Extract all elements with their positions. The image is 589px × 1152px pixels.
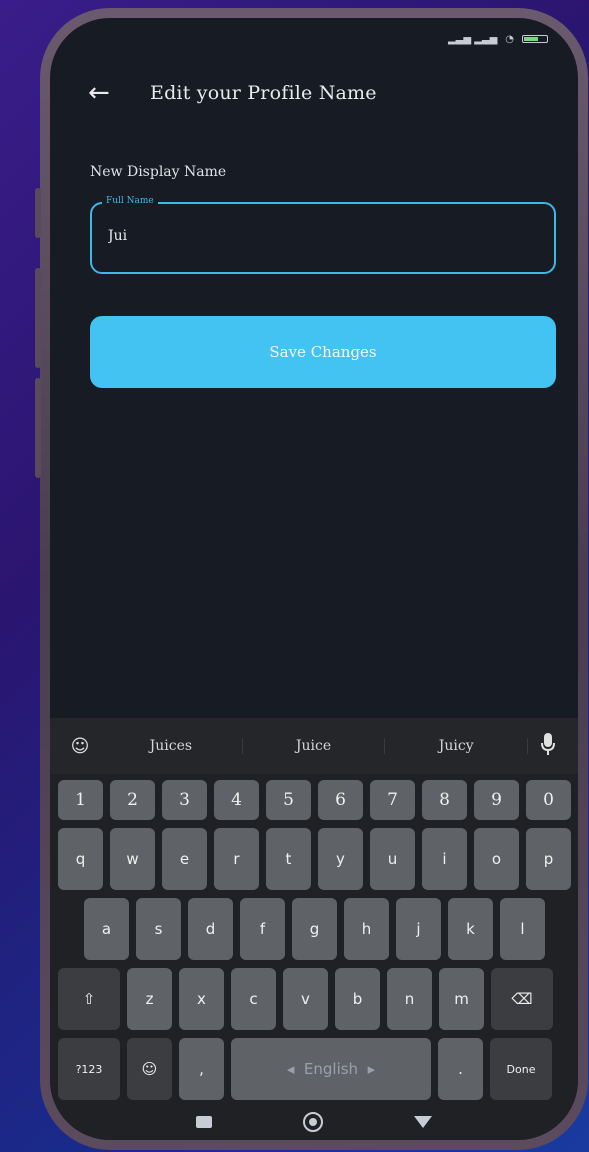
key-n[interactable]: n [387, 968, 432, 1030]
wifi-icon: ◔ [505, 33, 514, 45]
key-7[interactable]: 7 [370, 780, 415, 820]
right-arrow-icon: ▸ [358, 1060, 376, 1078]
backspace-key[interactable]: ⌫ [491, 968, 553, 1030]
key-9[interactable]: 9 [474, 780, 519, 820]
key-g[interactable]: g [292, 898, 337, 960]
suggestion-item[interactable]: Juicy [385, 738, 529, 754]
row3-letters: zxcvbnm [127, 968, 484, 1030]
key-m[interactable]: m [439, 968, 484, 1030]
key-d[interactable]: d [188, 898, 233, 960]
left-arrow-icon: ◂ [286, 1060, 304, 1078]
letter-row-2: asdfghjkl [84, 898, 545, 960]
emoji-settings-icon[interactable]: ☺ [60, 736, 100, 757]
key-q[interactable]: q [58, 828, 103, 890]
key-5[interactable]: 5 [266, 780, 311, 820]
volume-button [35, 188, 41, 238]
key-0[interactable]: 0 [526, 780, 571, 820]
suggestion-item[interactable]: Juices [100, 738, 243, 754]
key-r[interactable]: r [214, 828, 259, 890]
bottom-row: ?123 ☺ , ◂ English ▸ . Done [58, 1038, 552, 1100]
save-changes-button[interactable]: Save Changes [90, 316, 556, 388]
signal-icon: ▂▃▅ ▂▃▅ [447, 33, 498, 45]
key-6[interactable]: 6 [318, 780, 363, 820]
key-u[interactable]: u [370, 828, 415, 890]
key-x[interactable]: x [179, 968, 224, 1030]
key-k[interactable]: k [448, 898, 493, 960]
arrow-left-icon[interactable]: ← [88, 78, 118, 108]
status-bar: ▂▃▅ ▂▃▅ ◔ [448, 32, 548, 46]
screen: ▂▃▅ ▂▃▅ ◔ ← Edit your Profile Name New D… [50, 18, 578, 1140]
key-w[interactable]: w [110, 828, 155, 890]
space-label: English [303, 1060, 359, 1078]
app-bar: ← Edit your Profile Name [88, 78, 558, 108]
volume-button [35, 268, 41, 368]
nav-bar [50, 1104, 578, 1140]
page-title: Edit your Profile Name [150, 82, 377, 104]
key-v[interactable]: v [283, 968, 328, 1030]
key-j[interactable]: j [396, 898, 441, 960]
done-key[interactable]: Done [490, 1038, 552, 1100]
full-name-field[interactable]: Full Name [90, 196, 556, 274]
key-t[interactable]: t [266, 828, 311, 890]
key-4[interactable]: 4 [214, 780, 259, 820]
key-c[interactable]: c [231, 968, 276, 1030]
keyboard: ☺ Juices Juice Juicy 1234567890 qwertyui… [50, 718, 578, 1140]
microphone-icon[interactable] [528, 732, 568, 760]
key-8[interactable]: 8 [422, 780, 467, 820]
comma-key[interactable]: , [179, 1038, 224, 1100]
key-1[interactable]: 1 [58, 780, 103, 820]
key-2[interactable]: 2 [110, 780, 155, 820]
key-f[interactable]: f [240, 898, 285, 960]
key-h[interactable]: h [344, 898, 389, 960]
field-label: Full Name [102, 196, 158, 206]
key-s[interactable]: s [136, 898, 181, 960]
period-key[interactable]: . [438, 1038, 483, 1100]
key-p[interactable]: p [526, 828, 571, 890]
letter-row-1: qwertyuiop [58, 828, 571, 890]
emoji-icon[interactable]: ☺ [127, 1038, 172, 1100]
shift-key[interactable]: ⇧ [58, 968, 120, 1030]
key-y[interactable]: y [318, 828, 363, 890]
key-b[interactable]: b [335, 968, 380, 1030]
letter-row-3: ⇧ zxcvbnm ⌫ [58, 968, 553, 1030]
suggestion-bar: ☺ Juices Juice Juicy [50, 718, 578, 774]
recents-icon[interactable] [195, 1116, 212, 1128]
suggestion-item[interactable]: Juice [243, 738, 386, 754]
section-label: New Display Name [90, 164, 227, 180]
key-i[interactable]: i [422, 828, 467, 890]
key-o[interactable]: o [474, 828, 519, 890]
full-name-input[interactable] [108, 228, 528, 244]
key-l[interactable]: l [500, 898, 545, 960]
home-icon[interactable] [302, 1112, 323, 1132]
key-3[interactable]: 3 [162, 780, 207, 820]
battery-icon [522, 35, 548, 43]
key-e[interactable]: e [162, 828, 207, 890]
key-a[interactable]: a [84, 898, 129, 960]
number-row: 1234567890 [58, 780, 571, 820]
phone-frame: ▂▃▅ ▂▃▅ ◔ ← Edit your Profile Name New D… [35, 8, 588, 1150]
power-button [35, 378, 41, 478]
key-z[interactable]: z [127, 968, 172, 1030]
symbols-key[interactable]: ?123 [58, 1038, 120, 1100]
space-key[interactable]: ◂ English ▸ [231, 1038, 431, 1100]
back-nav-icon[interactable] [414, 1116, 433, 1128]
